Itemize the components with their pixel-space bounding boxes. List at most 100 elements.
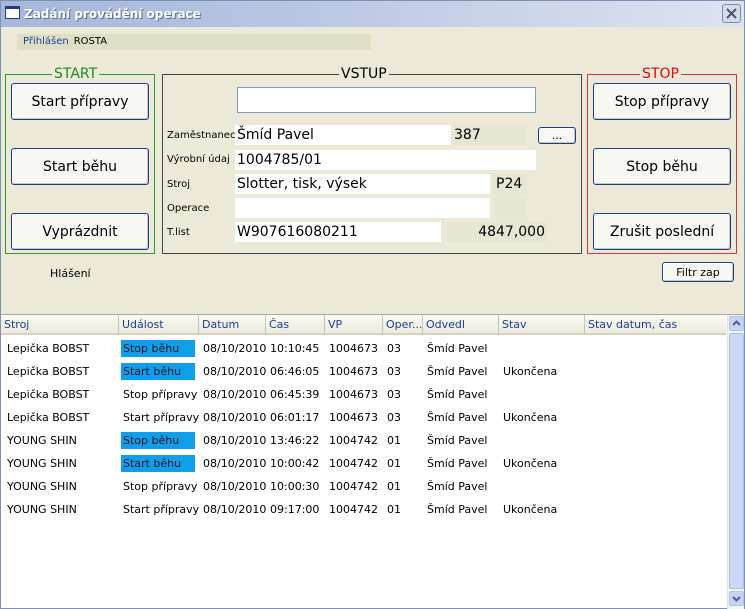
cell-state	[501, 340, 503, 357]
cell-date: 08/10/2010	[203, 480, 267, 493]
column-header-machine[interactable]: Stroj	[1, 315, 119, 335]
table-row[interactable]: Lepička BOBST Start přípravy 08/10/2010 06:…	[1, 406, 726, 429]
cell-event: Start přípravy	[123, 411, 200, 424]
cell-vp: 1004673	[329, 411, 378, 424]
cell-event: Stop běhu	[121, 432, 195, 449]
cell-time: 06:46:05	[270, 365, 320, 378]
cell-event: Start běhu	[121, 455, 195, 472]
filter-toggle-button[interactable]: Filtr zap	[662, 262, 734, 282]
scroll-thumb[interactable]	[729, 333, 744, 589]
stop-run-button[interactable]: Stop běhu	[593, 148, 731, 185]
chevron-down-icon	[732, 596, 741, 602]
start-run-button[interactable]: Start běhu	[11, 148, 149, 185]
cell-state: Ukončena	[503, 411, 558, 424]
scan-input[interactable]	[237, 87, 536, 113]
table-row[interactable]: Lepička BOBST Stop přípravy 08/10/2010 06:4…	[1, 383, 726, 406]
cell-event: Stop přípravy	[123, 388, 198, 401]
cell-time: 09:17:00	[270, 503, 320, 516]
empty-button[interactable]: Vyprázdnit	[11, 213, 149, 250]
cell-machine: YOUNG SHIN	[7, 434, 77, 447]
employee-name-field: Šmíd Pavel	[235, 125, 451, 145]
browse-employee-button[interactable]: ...	[538, 127, 576, 144]
table-row[interactable]: YOUNG SHIN Start běhu 08/10/2010 10:00:42 10…	[1, 452, 726, 475]
cell-vp: 1004673	[329, 388, 378, 401]
cell-vp: 1004673	[329, 365, 378, 378]
table-row[interactable]: Lepička BOBST Stop běhu 08/10/2010 10:10:45…	[1, 337, 726, 360]
column-header-vp[interactable]: VP	[325, 315, 383, 335]
cell-vp: 1004742	[329, 480, 378, 493]
column-header-state[interactable]: Stav	[499, 315, 585, 335]
messages-label: Hlášení	[50, 267, 91, 280]
cell-state: Ukončena	[503, 503, 558, 516]
cell-operation: 03	[387, 365, 401, 378]
cell-date: 08/10/2010	[203, 365, 267, 378]
cell-state	[501, 478, 503, 495]
cell-event: Start přípravy	[123, 503, 200, 516]
operation-label: Operace	[167, 203, 210, 214]
cell-machine: YOUNG SHIN	[7, 457, 77, 470]
cell-done-by: Šmíd Pavel	[427, 411, 488, 424]
tlist-label: T.list	[167, 227, 190, 238]
cell-time: 13:46:22	[270, 434, 320, 447]
cell-done-by: Šmíd Pavel	[427, 457, 488, 470]
cell-state: Ukončena	[503, 365, 558, 378]
cell-time: 06:01:17	[270, 411, 320, 424]
cell-operation: 03	[387, 342, 401, 355]
cell-done-by: Šmíd Pavel	[427, 388, 488, 401]
table-row[interactable]: Lepička BOBST Start běhu 08/10/2010 06:46:0…	[1, 360, 726, 383]
table-row[interactable]: YOUNG SHIN Stop přípravy 08/10/2010 10:00:3…	[1, 475, 726, 498]
cell-machine: Lepička BOBST	[7, 411, 90, 424]
start-preparation-button[interactable]: Start přípravy	[11, 83, 149, 120]
cell-state-datetime	[587, 386, 589, 403]
column-header-date[interactable]: Datum	[199, 315, 266, 335]
events-table: Stroj Událost Datum Čas VP Oper... Odved…	[1, 314, 744, 609]
close-icon	[726, 8, 737, 19]
window-icon	[5, 6, 20, 19]
cell-event: Stop běhu	[121, 340, 195, 357]
cell-vp: 1004742	[329, 503, 378, 516]
column-header-time[interactable]: Čas	[266, 315, 325, 335]
main-window: Zadání provádění operace Přihlášen ROSTA …	[0, 0, 745, 609]
column-header-state-datetime[interactable]: Stav datum, čas	[585, 315, 726, 335]
title-bar[interactable]: Zadání provádění operace	[1, 1, 744, 27]
cell-vp: 1004742	[329, 434, 378, 447]
machine-label: Stroj	[167, 179, 191, 190]
cell-operation: 03	[387, 388, 401, 401]
close-button[interactable]	[722, 4, 741, 23]
cell-event: Start běhu	[121, 363, 195, 380]
cell-time: 10:00:30	[270, 480, 320, 493]
cell-time: 10:00:42	[270, 457, 320, 470]
cell-state-datetime	[587, 455, 589, 472]
scroll-up-arrow[interactable]	[729, 316, 744, 331]
cancel-last-button[interactable]: Zrušit poslední	[593, 213, 731, 250]
start-legend: START	[54, 66, 98, 82]
cell-date: 08/10/2010	[203, 411, 267, 424]
stop-legend: STOP	[642, 66, 679, 82]
vertical-scrollbar[interactable]	[727, 315, 744, 609]
column-header-done-by[interactable]: Odvedl	[423, 315, 499, 335]
cell-event: Stop přípravy	[123, 480, 198, 493]
cell-machine: Lepička BOBST	[7, 388, 90, 401]
cell-operation: 01	[387, 434, 401, 447]
operation-code-field	[495, 198, 527, 218]
employee-label: Zaměstnanec	[167, 130, 236, 141]
stop-preparation-button[interactable]: Stop přípravy	[593, 83, 731, 120]
cell-done-by: Šmíd Pavel	[427, 503, 488, 516]
login-status: Přihlášen ROSTA	[17, 34, 371, 50]
scroll-down-arrow[interactable]	[729, 591, 744, 606]
cell-machine: Lepička BOBST	[7, 365, 90, 378]
cell-state-datetime	[587, 432, 589, 449]
cell-state	[501, 386, 503, 403]
table-row[interactable]: YOUNG SHIN Start přípravy 08/10/2010 09:17:…	[1, 498, 726, 521]
cell-done-by: Šmíd Pavel	[427, 342, 488, 355]
table-row[interactable]: YOUNG SHIN Stop běhu 08/10/2010 13:46:22 100…	[1, 429, 726, 452]
column-header-event[interactable]: Událost	[119, 315, 199, 335]
cell-date: 08/10/2010	[203, 434, 267, 447]
cell-state-datetime	[587, 478, 589, 495]
cell-time: 10:10:45	[270, 342, 320, 355]
column-header-operation[interactable]: Oper...	[383, 315, 423, 335]
cell-machine: YOUNG SHIN	[7, 480, 77, 493]
cell-vp: 1004742	[329, 457, 378, 470]
cell-machine: YOUNG SHIN	[7, 503, 77, 516]
cell-date: 08/10/2010	[203, 342, 267, 355]
